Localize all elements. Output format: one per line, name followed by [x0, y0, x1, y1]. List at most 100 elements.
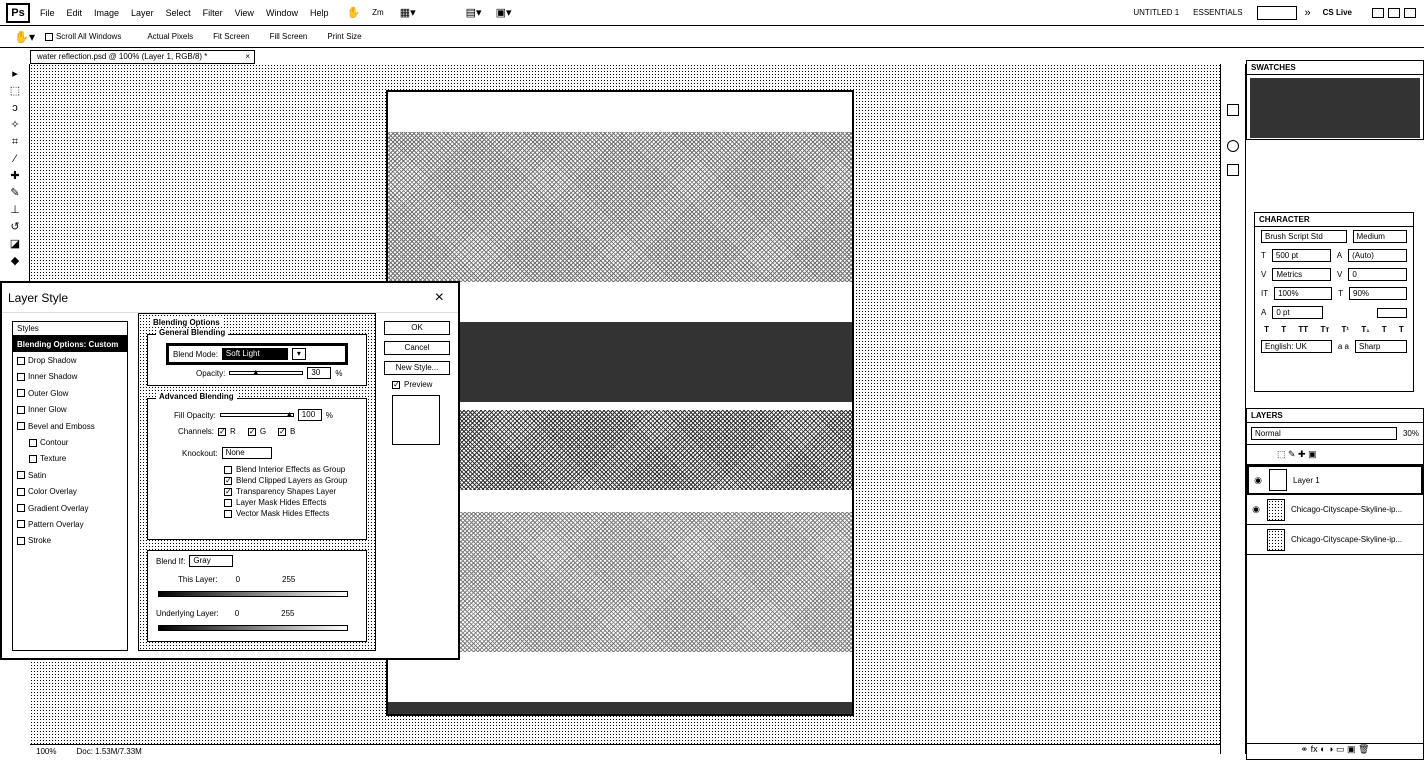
menu-view[interactable]: View [235, 8, 254, 18]
menu-help[interactable]: Help [310, 8, 329, 18]
crop-tool-icon[interactable]: ⌗ [6, 135, 24, 149]
menu-edit[interactable]: Edit [67, 8, 83, 18]
workspace-essentials[interactable]: ESSENTIALS [1193, 8, 1242, 17]
style-item-satin[interactable]: Satin [13, 467, 127, 483]
style-checkbox[interactable] [17, 536, 25, 545]
menu-image[interactable]: Image [94, 8, 119, 18]
baseline-shift-field[interactable]: 0 pt [1272, 306, 1323, 319]
style-item-outer-glow[interactable]: Outer Glow [13, 385, 127, 401]
style-checkbox[interactable] [17, 487, 25, 496]
move-tool-icon[interactable]: ▸ [6, 67, 24, 81]
text-color-swatch[interactable] [1377, 307, 1407, 318]
style-item-inner-shadow[interactable]: Inner Shadow [13, 369, 127, 385]
all-caps-icon[interactable]: TT [1298, 325, 1308, 334]
screen-mode-icon[interactable]: ▣▾ [496, 6, 512, 19]
style-checkbox[interactable] [17, 504, 25, 513]
visibility-eye-icon[interactable]: ◉ [1251, 504, 1261, 515]
style-item-pattern-overlay[interactable]: Pattern Overlay [13, 516, 127, 532]
layer-row[interactable]: ◉ Chicago-Cityscape-Skyline-ip... [1247, 495, 1423, 525]
marquee-tool-icon[interactable]: ⬚ [6, 84, 24, 98]
horizontal-scale-field[interactable]: 90% [1349, 287, 1407, 300]
style-item-stroke[interactable]: Stroke [13, 533, 127, 549]
fill-opacity-field[interactable]: 100 [297, 409, 322, 421]
tracking-field[interactable]: 0 [1348, 268, 1407, 281]
swatch-grid[interactable] [1250, 78, 1420, 138]
anti-alias-select[interactable]: Sharp [1355, 340, 1407, 353]
maximize-button[interactable] [1388, 7, 1400, 18]
new-style-button[interactable]: New Style... [384, 361, 450, 375]
style-item-contour[interactable]: Contour [13, 434, 127, 450]
underlying-gradient-slider[interactable] [158, 625, 348, 631]
fill-screen-button[interactable]: Fill Screen [260, 32, 318, 41]
close-icon[interactable]: × [435, 289, 444, 307]
blend-interior-checkbox[interactable] [224, 465, 232, 474]
zoom-level-icon[interactable]: Zm [372, 8, 384, 17]
transparency-shapes-checkbox[interactable] [224, 487, 232, 496]
menu-window[interactable]: Window [266, 8, 298, 18]
style-checkbox[interactable] [17, 422, 25, 431]
layer-opacity-field[interactable]: 30% [1403, 429, 1419, 438]
close-document-icon[interactable]: × [245, 51, 250, 63]
layer-row[interactable]: ◉ Layer 1 [1247, 465, 1423, 495]
kerning-field[interactable]: Metrics [1272, 268, 1331, 281]
history-brush-tool-icon[interactable]: ↺ [6, 220, 24, 234]
blend-clipped-checkbox[interactable] [224, 476, 232, 485]
superscript-icon[interactable]: T¹ [1342, 325, 1350, 334]
style-checkbox[interactable] [17, 471, 25, 480]
cancel-button[interactable]: Cancel [384, 341, 450, 355]
style-checkbox[interactable] [17, 520, 25, 529]
font-size-field[interactable]: 500 pt [1271, 249, 1331, 262]
cs-live-button[interactable]: CS Live [1323, 8, 1352, 17]
blend-mode-select[interactable]: Normal [1251, 427, 1397, 440]
faux-bold-icon[interactable]: T [1264, 325, 1269, 334]
actual-pixels-button[interactable]: Actual Pixels [137, 32, 203, 41]
styles-header[interactable]: Styles [13, 322, 127, 336]
eraser-tool-icon[interactable]: ◪ [6, 237, 24, 251]
blend-mode-select[interactable]: Soft Light [221, 348, 288, 360]
style-item-inner-glow[interactable]: Inner Glow [13, 402, 127, 418]
minimize-button[interactable] [1372, 7, 1384, 18]
lasso-tool-icon[interactable]: ↄ [6, 101, 24, 115]
faux-italic-icon[interactable]: T [1281, 325, 1286, 334]
brush-tool-icon[interactable]: ✎ [6, 186, 24, 200]
menu-layer[interactable]: Layer [131, 8, 154, 18]
view-extras-icon[interactable]: ▦▾ [400, 6, 416, 19]
eyedropper-tool-icon[interactable]: ⁄ [6, 152, 24, 166]
vector-mask-hides-checkbox[interactable] [224, 509, 232, 518]
fit-screen-button[interactable]: Fit Screen [203, 32, 259, 41]
visibility-eye-icon[interactable]: ◉ [1253, 475, 1263, 486]
stamp-tool-icon[interactable]: ⊥ [6, 203, 24, 217]
opacity-field[interactable]: 30 [307, 367, 332, 379]
masks-icon[interactable] [1227, 164, 1239, 176]
channel-g-checkbox[interactable] [247, 427, 256, 436]
more-workspaces-button[interactable]: » [1305, 7, 1311, 19]
style-item-texture[interactable]: Texture [13, 451, 127, 467]
fill-opacity-slider[interactable]: ▲ [219, 411, 294, 418]
workspace-untitled[interactable]: UNTITLED 1 [1133, 8, 1179, 17]
close-app-button[interactable] [1404, 7, 1416, 18]
hand-tool-icon[interactable]: ✋ [346, 6, 360, 19]
document-tab[interactable]: water reflection.psd @ 100% (Layer 1, RG… [30, 50, 255, 64]
healing-tool-icon[interactable]: ✚ [6, 169, 24, 183]
strikethrough-icon[interactable]: T [1399, 325, 1404, 334]
underline-icon[interactable]: T [1382, 325, 1387, 334]
layers-footer-icons[interactable]: ⚭ fx ◐ ◑ ▭ ▣ 🗑 [1247, 743, 1423, 759]
adjustments-icon[interactable] [1227, 140, 1239, 152]
opacity-slider[interactable]: ▲ [229, 369, 304, 376]
layer-mask-hides-checkbox[interactable] [224, 498, 232, 507]
history-icon[interactable] [1227, 104, 1239, 116]
print-size-button[interactable]: Print Size [317, 32, 371, 41]
ok-button[interactable]: OK [384, 321, 450, 335]
style-item-blending-options[interactable]: Blending Options: Custom [13, 336, 127, 353]
style-checkbox[interactable] [29, 454, 37, 463]
style-item-gradient-overlay[interactable]: Gradient Overlay [13, 500, 127, 516]
channel-r-checkbox[interactable] [218, 427, 227, 436]
style-checkbox[interactable] [29, 438, 37, 447]
style-checkbox[interactable] [17, 372, 25, 381]
style-item-bevel-emboss[interactable]: Bevel and Emboss [13, 418, 127, 434]
layer-row[interactable]: Chicago-Cityscape-Skyline-ip... [1247, 525, 1423, 555]
preview-checkbox[interactable] [392, 380, 400, 389]
subscript-icon[interactable]: T₁ [1361, 325, 1369, 334]
workspace-field[interactable] [1256, 5, 1297, 20]
knockout-select[interactable]: None [221, 447, 272, 459]
